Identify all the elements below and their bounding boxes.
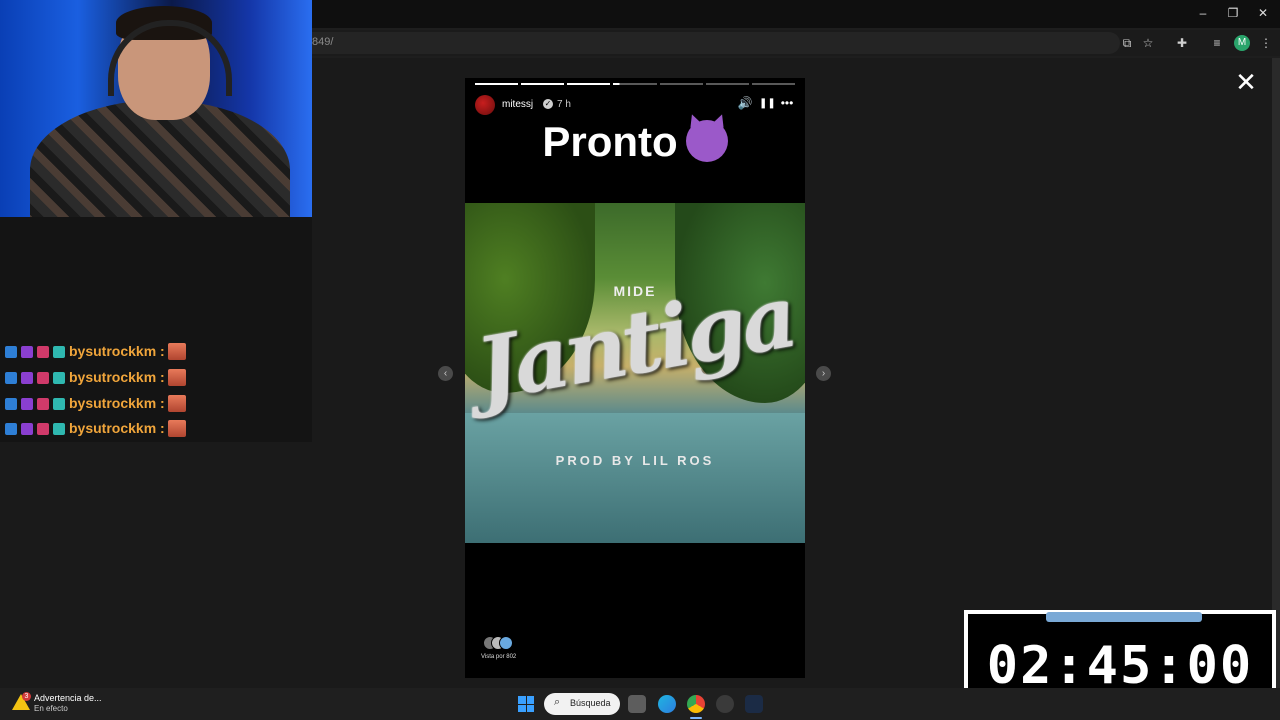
- chat-emote-icon: [168, 395, 186, 412]
- story-media-image: MIDE Jantiga PROD BY LIL ROS: [465, 203, 805, 543]
- url-field[interactable]: 849/: [300, 32, 1120, 54]
- story-user-avatar[interactable]: [475, 95, 495, 115]
- chat-emote-icon: [168, 420, 186, 437]
- search-icon: ⌕: [554, 696, 561, 708]
- story-progress-segment: [613, 83, 657, 85]
- badge-icon: [5, 398, 17, 410]
- bookmark-star-icon[interactable]: ☆: [1139, 34, 1157, 52]
- chat-message: bysutrockkm :: [5, 369, 305, 387]
- chat-message: bysutrockkm :: [5, 343, 305, 361]
- notification-count-badge: 3: [22, 692, 31, 701]
- badge-icon: [53, 372, 65, 384]
- close-story-button[interactable]: ✕: [1234, 69, 1258, 95]
- badge-icon: [53, 346, 65, 358]
- chat-username: bysutrockkm :: [69, 420, 165, 436]
- story-caption: Pronto: [465, 118, 805, 166]
- timer-accent-bar: [1046, 612, 1202, 622]
- story-progress-segment: [567, 83, 611, 85]
- story-caption-text: Pronto: [542, 118, 678, 165]
- smiling-devil-emoji-icon: [685, 119, 728, 162]
- scrollbar[interactable]: [1272, 58, 1280, 688]
- badge-icon: [21, 398, 33, 410]
- previous-story-button[interactable]: ‹: [438, 366, 453, 381]
- badge-icon: [5, 372, 17, 384]
- chat-message: bysutrockkm :: [5, 420, 305, 438]
- obs-studio-icon[interactable]: [716, 695, 734, 713]
- url-text: 849/: [312, 36, 334, 48]
- minimize-button[interactable]: –: [1188, 6, 1218, 20]
- story-progress-segment: [475, 83, 519, 85]
- browser-menu-icon[interactable]: ⋮: [1257, 34, 1275, 52]
- maximize-button[interactable]: ❐: [1218, 6, 1248, 20]
- search-label: Búsqueda: [570, 698, 611, 708]
- badge-icon: [5, 423, 17, 435]
- extensions-icon[interactable]: ✚: [1173, 34, 1191, 52]
- road: [465, 413, 805, 543]
- story-timestamp: 7 h: [557, 99, 571, 110]
- chat-username: bysutrockkm :: [69, 343, 165, 359]
- story-progress-bar: [475, 83, 795, 85]
- close-window-button[interactable]: ✕: [1248, 6, 1278, 20]
- badge-icon: [5, 346, 17, 358]
- chat-username: bysutrockkm :: [69, 395, 165, 411]
- story-username[interactable]: mitessj: [502, 99, 533, 110]
- badge-icon: [37, 346, 49, 358]
- story-progress-segment: [521, 83, 565, 85]
- badge-icon: [21, 372, 33, 384]
- edge-browser-icon[interactable]: [658, 695, 676, 713]
- notification-subtitle: En efecto: [34, 704, 68, 713]
- notification-title[interactable]: Advertencia de...: [34, 693, 102, 703]
- webcam-overlay: [0, 0, 312, 217]
- windows-taskbar: 3 Advertencia de... En efecto ⌕ Búsqueda: [0, 688, 1280, 720]
- more-options-icon[interactable]: •••: [779, 96, 795, 110]
- story-card[interactable]: mitessj ✓ 7 h 🔊 ❚❚ ••• Pronto MIDE Janti…: [465, 78, 805, 678]
- badge-icon: [53, 423, 65, 435]
- pause-icon[interactable]: ❚❚: [759, 98, 776, 109]
- install-app-icon[interactable]: ⧉: [1118, 34, 1136, 52]
- badge-icon: [21, 346, 33, 358]
- story-header: mitessj ✓ 7 h 🔊 ❚❚ •••: [475, 94, 795, 116]
- verified-badge-icon: ✓: [543, 99, 553, 109]
- story-progress-segment: [705, 83, 749, 85]
- steam-icon[interactable]: [745, 695, 763, 713]
- badge-icon: [37, 398, 49, 410]
- story-progress-segment: [751, 83, 795, 85]
- media-producer-text: PROD BY LIL ROS: [555, 453, 715, 468]
- chrome-browser-icon[interactable]: [687, 695, 705, 713]
- timer-value: 02:45:00: [986, 636, 1254, 696]
- taskbar-search[interactable]: ⌕ Búsqueda: [544, 693, 620, 715]
- viewer-avatars[interactable]: [479, 636, 539, 656]
- story-progress-segment: [659, 83, 703, 85]
- badge-icon: [21, 423, 33, 435]
- viewer-avatar: [499, 636, 513, 650]
- viewed-by-count[interactable]: Vista por 802: [481, 654, 516, 660]
- chat-emote-icon: [168, 343, 186, 360]
- mute-icon[interactable]: 🔊: [737, 96, 753, 110]
- reading-list-icon[interactable]: ≡: [1208, 34, 1226, 52]
- badge-icon: [53, 398, 65, 410]
- chat-username: bysutrockkm :: [69, 369, 165, 385]
- next-story-button[interactable]: ›: [816, 366, 831, 381]
- badge-icon: [37, 372, 49, 384]
- chat-message: bysutrockkm :: [5, 395, 305, 413]
- task-view-icon[interactable]: [628, 695, 646, 713]
- profile-avatar[interactable]: M: [1234, 35, 1250, 51]
- badge-icon: [37, 423, 49, 435]
- chat-overlay: bysutrockkm : bysutrockkm : bysutrockkm …: [0, 217, 312, 442]
- active-app-indicator: [690, 717, 702, 719]
- windows-start-icon[interactable]: [518, 696, 534, 712]
- chat-emote-icon: [168, 369, 186, 386]
